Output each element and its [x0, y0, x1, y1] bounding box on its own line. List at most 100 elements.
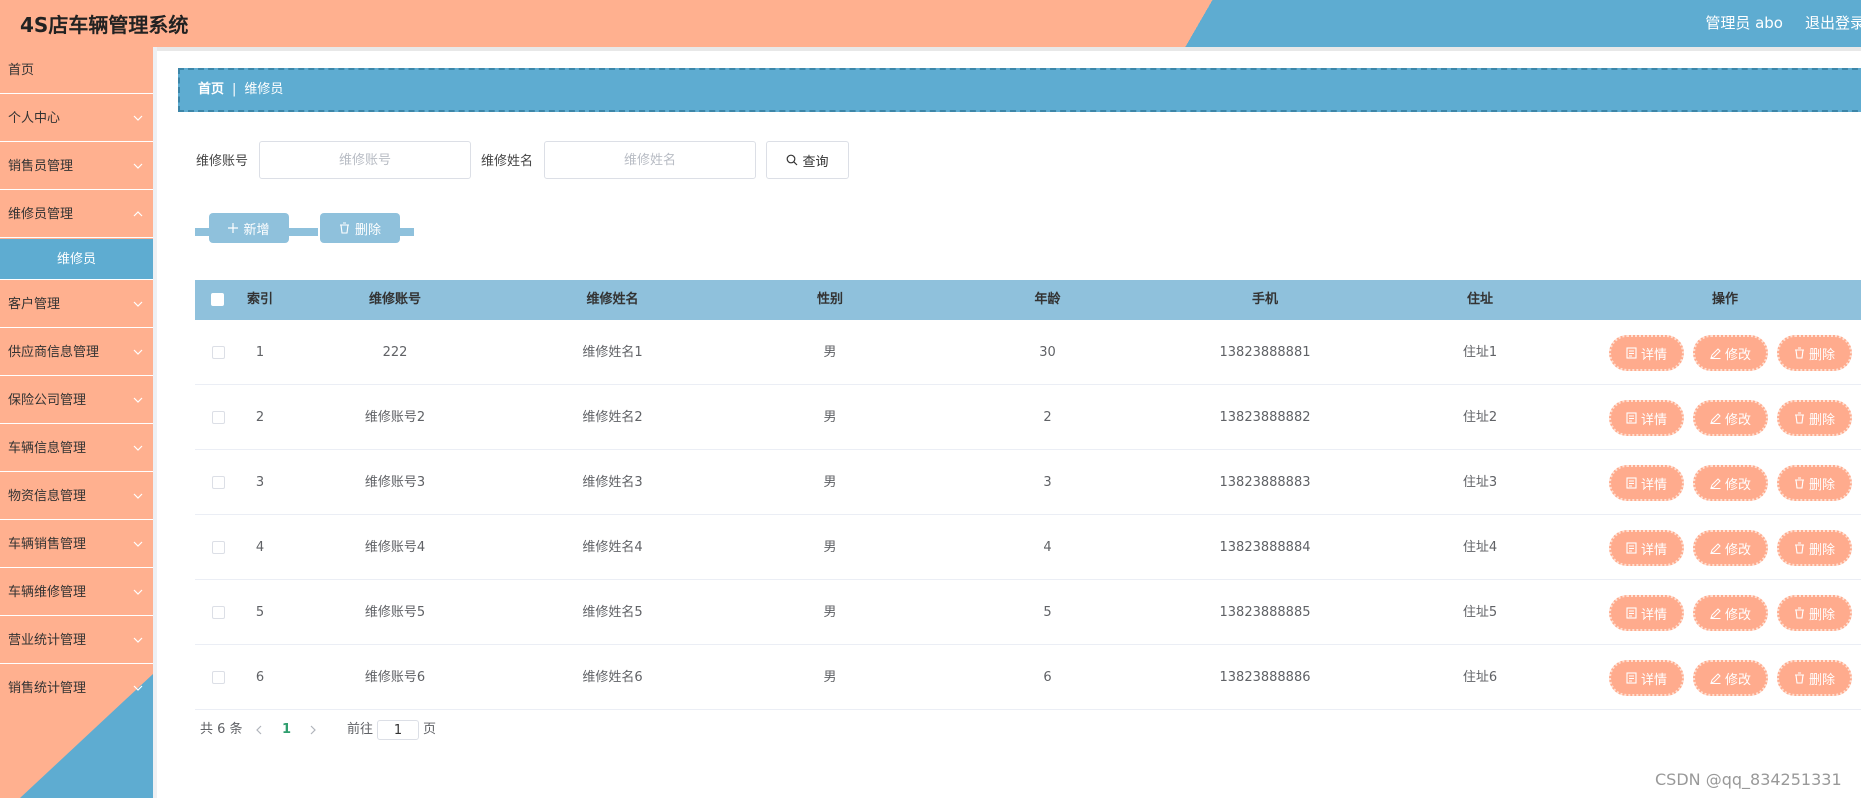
chevron-left-icon[interactable] — [255, 725, 263, 735]
cell-age: 4 — [1043, 540, 1052, 555]
pencil-icon — [1710, 672, 1721, 684]
row-delete-button[interactable]: 删除 — [1777, 465, 1852, 501]
name-search-input[interactable] — [544, 141, 756, 179]
sidebar-item-sales-staff[interactable]: 销售员管理 — [0, 143, 153, 190]
chevron-right-icon[interactable] — [309, 725, 317, 735]
sidebar-item-vehicle-info[interactable]: 车辆信息管理 — [0, 425, 153, 472]
account-search-label: 维修账号 — [196, 154, 249, 169]
cell-age: 3 — [1043, 475, 1052, 490]
sidebar-item-repair-staff[interactable]: 维修员管理 — [0, 191, 153, 238]
row-detail-button[interactable]: 详情 — [1609, 335, 1684, 371]
table-row: 3 维修账号3 维修姓名3 男 3 13823888883 住址3 详情 修改 … — [195, 450, 1861, 515]
row-detail-button[interactable]: 详情 — [1609, 660, 1684, 696]
sidebar-item-customers[interactable]: 客户管理 — [0, 281, 153, 328]
column-header-gender: 性别 — [816, 292, 843, 307]
pagination-page-1[interactable]: 1 — [282, 720, 291, 740]
sidebar-item-vehicle-repair[interactable]: 车辆维修管理 — [0, 569, 153, 616]
chevron-down-icon — [133, 493, 143, 499]
delete-button-label: 删除 — [354, 222, 381, 238]
row-checkbox[interactable] — [212, 411, 225, 424]
row-delete-button[interactable]: 删除 — [1777, 660, 1852, 696]
watermark: CSDN @qq_834251331 — [1655, 770, 1842, 789]
cell-name: 维修姓名2 — [582, 410, 643, 425]
row-edit-label: 修改 — [1724, 347, 1751, 363]
sidebar-item-label: 客户管理 — [8, 297, 61, 312]
add-button-label: 新增 — [243, 222, 270, 238]
chevron-down-icon — [133, 589, 143, 595]
row-delete-button[interactable]: 删除 — [1777, 400, 1852, 436]
sidebar: 首页 个人中心 销售员管理 维修员管理 维修员 客户管理 供应商信息管理 保险公… — [0, 47, 153, 798]
row-delete-button[interactable]: 删除 — [1777, 595, 1852, 631]
admin-user-label: 管理员 abo — [1705, 14, 1783, 32]
row-checkbox[interactable] — [212, 606, 225, 619]
row-detail-button[interactable]: 详情 — [1609, 530, 1684, 566]
sidebar-subitem-repairer[interactable]: 维修员 — [0, 239, 153, 280]
cell-address: 住址1 — [1462, 345, 1498, 360]
cell-index: 1 — [255, 345, 265, 360]
sidebar-item-label: 物资信息管理 — [8, 489, 87, 504]
sidebar-item-label: 保险公司管理 — [8, 393, 87, 408]
row-edit-button[interactable]: 修改 — [1693, 530, 1768, 566]
chevron-down-icon — [133, 541, 143, 547]
sidebar-item-label: 供应商信息管理 — [8, 345, 100, 360]
cell-name: 维修姓名4 — [582, 540, 643, 555]
trash-icon — [1794, 477, 1804, 489]
trash-icon — [1794, 542, 1804, 554]
table-row: 2 维修账号2 维修姓名2 男 2 13823888882 住址2 详情 修改 … — [195, 385, 1861, 450]
chevron-down-icon — [133, 349, 143, 355]
sidebar-separator — [153, 47, 157, 798]
cell-address: 住址2 — [1462, 410, 1498, 425]
column-header-account: 维修账号 — [368, 292, 421, 307]
sidebar-item-materials[interactable]: 物资信息管理 — [0, 473, 153, 520]
chevron-down-icon — [133, 445, 143, 451]
row-edit-button[interactable]: 修改 — [1693, 595, 1768, 631]
row-delete-label: 删除 — [1808, 607, 1835, 623]
sidebar-item-personal-center[interactable]: 个人中心 — [0, 95, 153, 142]
account-search-input[interactable] — [259, 141, 471, 179]
row-edit-button[interactable]: 修改 — [1693, 400, 1768, 436]
row-edit-button[interactable]: 修改 — [1693, 660, 1768, 696]
chevron-up-icon — [133, 211, 143, 217]
search-icon — [787, 154, 798, 166]
trash-icon — [1794, 347, 1804, 359]
row-detail-button[interactable]: 详情 — [1609, 465, 1684, 501]
row-detail-button[interactable]: 详情 — [1609, 400, 1684, 436]
column-header-age: 年龄 — [1034, 292, 1061, 307]
breadcrumb-home[interactable]: 首页 — [198, 82, 224, 97]
sidebar-item-home[interactable]: 首页 — [0, 47, 153, 94]
cell-gender: 男 — [823, 475, 837, 490]
row-checkbox[interactable] — [212, 346, 225, 359]
row-checkbox[interactable] — [212, 541, 225, 554]
pencil-icon — [1710, 542, 1721, 554]
row-checkbox[interactable] — [212, 476, 225, 489]
row-delete-button[interactable]: 删除 — [1777, 335, 1852, 371]
row-edit-button[interactable]: 修改 — [1693, 465, 1768, 501]
sidebar-item-sales-stats[interactable]: 销售统计管理 — [0, 665, 153, 712]
trash-icon — [1794, 412, 1804, 424]
cell-gender: 男 — [823, 345, 837, 360]
select-all-checkbox[interactable] — [211, 293, 224, 306]
delete-button[interactable]: 删除 — [320, 213, 400, 243]
ribbon-decoration-middle — [288, 228, 318, 236]
row-delete-label: 删除 — [1808, 672, 1835, 688]
cell-address: 住址4 — [1462, 540, 1498, 555]
sidebar-item-suppliers[interactable]: 供应商信息管理 — [0, 329, 153, 376]
logout-button[interactable]: 退出登录 — [1805, 12, 1861, 33]
row-delete-button[interactable]: 删除 — [1777, 530, 1852, 566]
search-button[interactable]: 查询 — [766, 141, 849, 179]
cell-age: 5 — [1043, 605, 1052, 620]
column-header-address: 住址 — [1466, 292, 1493, 307]
row-edit-button[interactable]: 修改 — [1693, 335, 1768, 371]
add-button[interactable]: 新增 — [209, 213, 289, 243]
row-checkbox[interactable] — [212, 671, 225, 684]
row-detail-button[interactable]: 详情 — [1609, 595, 1684, 631]
pagination-goto-input[interactable] — [377, 720, 419, 740]
column-header-actions: 操作 — [1711, 292, 1738, 307]
sidebar-item-insurance[interactable]: 保险公司管理 — [0, 377, 153, 424]
cell-account: 维修账号4 — [364, 540, 426, 555]
sidebar-item-business-stats[interactable]: 营业统计管理 — [0, 617, 153, 664]
name-search-label: 维修姓名 — [481, 154, 534, 169]
breadcrumb: 首页 | 维修员 — [178, 68, 1861, 112]
row-detail-label: 详情 — [1640, 477, 1667, 493]
sidebar-item-vehicle-sales[interactable]: 车辆销售管理 — [0, 521, 153, 568]
